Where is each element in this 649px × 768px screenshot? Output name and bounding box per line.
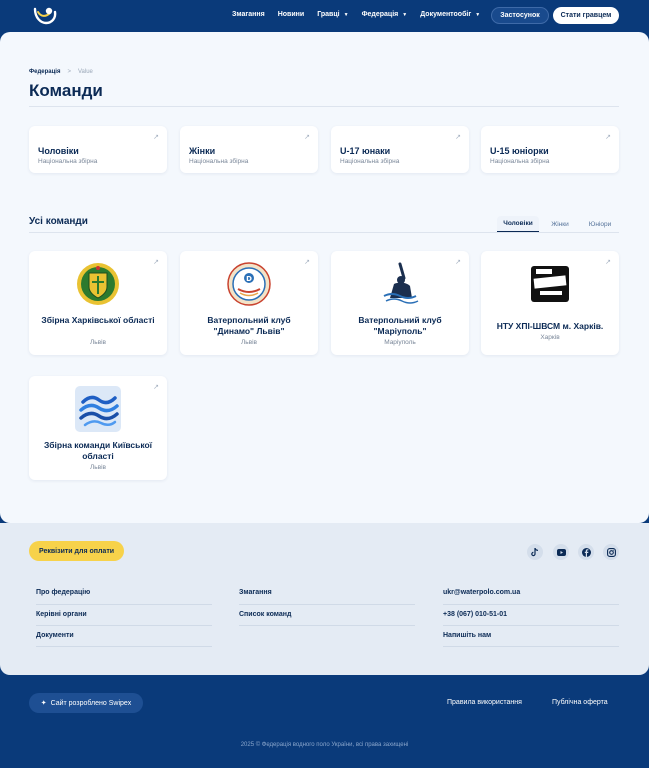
team-city: Харків xyxy=(540,334,560,341)
divider xyxy=(29,106,619,107)
top-navigation-bar: Змагання Новини Гравці ▼ Федерація ▼ Докум… xyxy=(0,0,649,32)
svg-text:D: D xyxy=(246,275,252,283)
team-name: Збірна команди Київської області xyxy=(43,440,153,461)
kharkiv-coat-of-arms-icon xyxy=(77,263,119,305)
footer-link-governance[interactable]: Керівні органи xyxy=(36,611,87,618)
card-title: U-17 юнаки xyxy=(340,146,391,156)
national-team-card-u15[interactable]: ↗ U-15 юніорки Національна збірна xyxy=(481,126,619,173)
tab-juniors[interactable]: Юніори xyxy=(581,216,619,233)
team-city: Маріуполь xyxy=(384,339,416,346)
federation-logo-icon[interactable] xyxy=(32,5,58,25)
public-offer-link[interactable]: Публічна оферта xyxy=(552,699,608,706)
footer-phone-link[interactable]: +38 (067) 010-51-01 xyxy=(443,611,507,618)
divider xyxy=(443,625,619,626)
arrow-up-right-icon: ↗ xyxy=(153,384,159,391)
facebook-icon[interactable] xyxy=(578,544,594,560)
dynamo-emblem-icon: D xyxy=(227,262,271,306)
divider xyxy=(239,625,415,626)
arrow-up-right-icon: ↗ xyxy=(153,259,159,266)
chevron-down-icon: ▼ xyxy=(475,11,481,18)
sparkle-icon: ✦ xyxy=(40,700,47,707)
divider xyxy=(239,604,415,605)
nav-players[interactable]: Гравці ▼ xyxy=(317,11,348,18)
team-name: Ватерпольний клуб "Динамо" Львів" xyxy=(207,315,291,336)
card-subtitle: Національна збірна xyxy=(490,158,550,165)
breadcrumb: Федерація > Value xyxy=(29,69,93,75)
arrow-up-right-icon: ↗ xyxy=(605,259,611,266)
breadcrumb-separator: > xyxy=(67,69,71,75)
team-city: Львів xyxy=(89,339,106,346)
card-subtitle: Національна збірна xyxy=(340,158,400,165)
page-title: Команди xyxy=(29,81,103,100)
arrow-up-right-icon: ↗ xyxy=(153,134,159,141)
national-team-card-u17[interactable]: ↗ U-17 юнаки Національна збірна xyxy=(331,126,469,173)
wave-emblem-icon xyxy=(75,386,121,432)
chevron-down-icon: ▼ xyxy=(402,11,408,18)
footer-link-competitions[interactable]: Змагання xyxy=(239,589,272,596)
khpi-stamp-icon xyxy=(531,266,569,302)
tab-men[interactable]: Чоловіки xyxy=(497,216,539,233)
divider xyxy=(36,646,212,647)
footer-link-team-list[interactable]: Список команд xyxy=(239,611,291,618)
app-button[interactable]: Застосунок xyxy=(491,7,549,24)
nav-federation[interactable]: Федерація ▼ xyxy=(362,11,408,18)
team-city: Львів xyxy=(89,464,106,471)
tab-women[interactable]: Жінки xyxy=(542,216,578,233)
copyright-text: 2025 © Федерація водного поло України, в… xyxy=(240,742,409,748)
divider xyxy=(36,625,212,626)
arrow-up-right-icon: ↗ xyxy=(605,134,611,141)
team-name: Збірна Харківської області xyxy=(41,315,155,325)
developer-credit-button[interactable]: ✦ Сайт розроблено Swipex xyxy=(29,693,143,713)
team-card[interactable]: ↗ Збірна команди Київської області Львів xyxy=(29,376,167,480)
team-card[interactable]: ↗ D Ватерпольний клуб "Динамо" Львів" Ль… xyxy=(180,251,318,355)
card-title: U-15 юніорки xyxy=(490,146,549,156)
main-content: Федерація > Value Команди ↗ Чоловіки Нац… xyxy=(0,32,649,523)
nav-documents[interactable]: Документообіг ▼ xyxy=(420,11,480,18)
footer-link-about[interactable]: Про федерацію xyxy=(36,589,90,596)
national-team-card-women[interactable]: ↗ Жінки Національна збірна xyxy=(180,126,318,173)
credit-label: Сайт розроблено Swipex xyxy=(50,699,132,707)
divider xyxy=(36,604,212,605)
card-title: Чоловіки xyxy=(38,146,79,156)
arrow-up-right-icon: ↗ xyxy=(304,134,310,141)
team-card[interactable]: ↗ Збірна Харківської області Львів xyxy=(29,251,167,355)
nav-news[interactable]: Новини xyxy=(278,11,304,18)
all-teams-heading: Усі команди xyxy=(29,216,88,227)
main-nav: Змагання Новини Гравці ▼ Федерація ▼ Докум… xyxy=(232,11,493,18)
breadcrumb-federation-link[interactable]: Федерація xyxy=(29,69,60,75)
team-card[interactable]: ↗ Ватерпольний клуб "Маріуполь" Маріупол… xyxy=(331,251,469,355)
arrow-up-right-icon: ↗ xyxy=(455,259,461,266)
become-player-button[interactable]: Стати гравцем xyxy=(553,7,619,24)
arrow-up-right-icon: ↗ xyxy=(304,259,310,266)
chevron-down-icon: ▼ xyxy=(343,11,349,18)
breadcrumb-current: Value xyxy=(77,69,93,75)
divider xyxy=(443,646,619,647)
footer: Реквізити для оплати Про федерацію Керів… xyxy=(0,523,649,675)
footer-contact-link[interactable]: Напишіть нам xyxy=(443,632,491,639)
national-team-card-men[interactable]: ↗ Чоловіки Національна збірна xyxy=(29,126,167,173)
payment-details-button[interactable]: Реквізити для оплати xyxy=(29,541,124,561)
team-city: Львів xyxy=(240,339,257,346)
footer-email-link[interactable]: ukr@waterpolo.com.ua xyxy=(443,589,520,596)
waterpolo-player-emblem-icon xyxy=(383,262,419,304)
card-subtitle: Національна збірна xyxy=(38,158,98,165)
card-subtitle: Національна збірна xyxy=(189,158,249,165)
team-card[interactable]: ↗ НТУ ХПІ-ШВСМ м. Харків. Харків xyxy=(481,251,619,355)
team-name: НТУ ХПІ-ШВСМ м. Харків. xyxy=(496,321,604,331)
arrow-up-right-icon: ↗ xyxy=(455,134,461,141)
divider xyxy=(29,232,619,233)
terms-link[interactable]: Правила використання xyxy=(447,699,522,706)
team-name: Ватерпольний клуб "Маріуполь" xyxy=(358,315,442,336)
card-title: Жінки xyxy=(189,146,216,156)
instagram-icon[interactable] xyxy=(603,544,619,560)
nav-competitions[interactable]: Змагання xyxy=(232,11,265,18)
tiktok-icon[interactable] xyxy=(527,544,543,560)
footer-link-documents[interactable]: Документи xyxy=(36,632,74,639)
divider xyxy=(443,604,619,605)
youtube-icon[interactable] xyxy=(553,544,569,560)
